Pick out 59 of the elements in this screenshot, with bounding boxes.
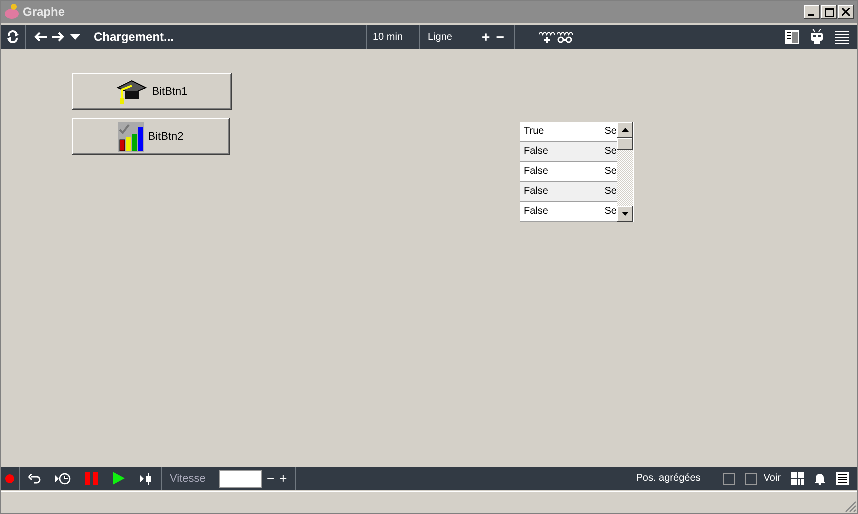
grid-cell: False: [524, 146, 548, 157]
grid-cell: Se: [604, 186, 617, 197]
refresh-icon[interactable]: [7, 30, 19, 44]
grid-cell: False: [524, 166, 548, 177]
speed-decrease-button[interactable]: −: [267, 471, 275, 486]
zoom-in-button[interactable]: +: [482, 29, 490, 45]
bar-chart-icon: [118, 122, 144, 152]
timed-play-icon[interactable]: [55, 472, 71, 484]
play-icon[interactable]: [112, 472, 126, 485]
menu-icon[interactable]: [835, 30, 849, 44]
grid-cell: Se: [604, 146, 617, 157]
pause-icon[interactable]: [85, 472, 98, 485]
list-icon[interactable]: [836, 472, 849, 485]
graduation-cap-icon: [116, 78, 148, 106]
add-curve-icon[interactable]: [539, 30, 555, 44]
down-arrow-icon: [622, 212, 628, 216]
maximize-button[interactable]: [821, 5, 837, 19]
scrollbar-thumb[interactable]: [617, 138, 633, 150]
grid-cell: Se: [604, 166, 617, 177]
undo-icon[interactable]: [28, 474, 41, 484]
zoom-out-button[interactable]: −: [496, 29, 504, 45]
scroll-down-button[interactable]: [617, 206, 633, 222]
scroll-up-button[interactable]: [617, 122, 633, 138]
step-icon[interactable]: [140, 472, 153, 484]
vertical-scrollbar[interactable]: [617, 122, 633, 222]
record-icon[interactable]: [5, 474, 15, 484]
minimize-button[interactable]: [804, 5, 820, 19]
speed-label: Vitesse: [170, 472, 207, 484]
grid-cell: True: [524, 126, 544, 137]
checkbox[interactable]: [744, 472, 757, 484]
close-button[interactable]: [838, 5, 854, 19]
toolbar-title: Chargement...: [94, 30, 176, 44]
resize-grip-icon[interactable]: [845, 501, 857, 513]
grid-cell: False: [524, 186, 548, 197]
bitmap-button[interactable]: BitBtn1: [72, 73, 232, 110]
dropdown-caret-icon[interactable]: [70, 34, 81, 40]
grid-layout-icon[interactable]: [791, 472, 804, 485]
period-selector[interactable]: 10 min: [373, 32, 404, 42]
maximize-icon: [824, 8, 834, 16]
forward-arrow-icon[interactable]: [52, 32, 65, 42]
robot-icon[interactable]: [809, 29, 825, 45]
speed-field[interactable]: [219, 470, 262, 488]
grid-cell: False: [524, 206, 548, 217]
option-label: Voir: [764, 473, 781, 484]
speed-increase-button[interactable]: +: [280, 471, 288, 486]
grid-cell: Se: [604, 126, 617, 137]
grid-row[interactable]: False Se: [520, 142, 617, 162]
mode-selector[interactable]: Ligne: [428, 32, 476, 42]
checkbox[interactable]: [722, 472, 735, 484]
bell-icon[interactable]: [814, 472, 826, 485]
grid-row[interactable]: False Se: [520, 182, 617, 202]
up-arrow-icon: [622, 128, 628, 132]
option-label: Pos. agrégées: [636, 473, 701, 484]
document-icon[interactable]: [785, 30, 799, 44]
grid-cell: Se: [604, 206, 617, 217]
window-title: Graphe: [23, 5, 66, 19]
close-icon: [842, 8, 850, 16]
bitmap-button[interactable]: BitBtn2: [72, 118, 230, 155]
back-arrow-icon[interactable]: [34, 32, 47, 42]
